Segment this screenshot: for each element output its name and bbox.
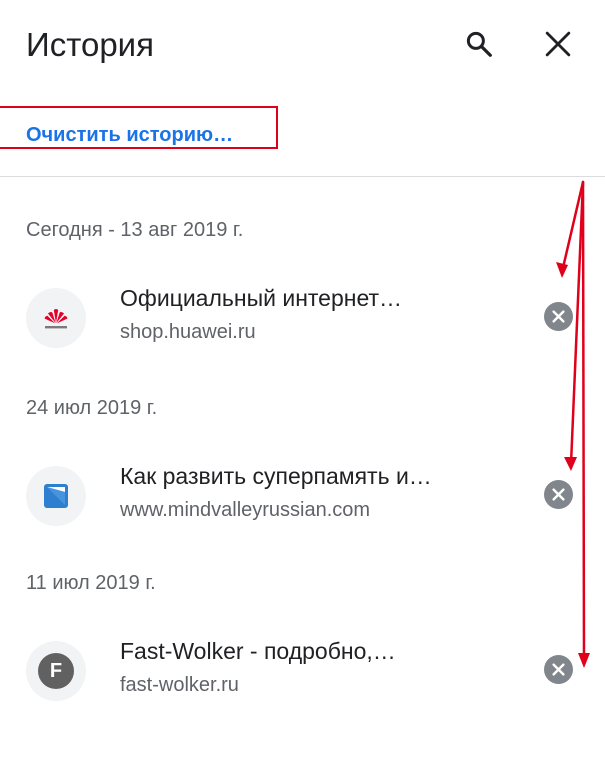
entry-title: Как развить суперпамять и… [120, 463, 432, 489]
entry-title: Fast-Wolker - подробно,… [120, 638, 396, 664]
date-header: Сегодня - 13 авг 2019 г. [26, 219, 244, 241]
favicon: F [26, 641, 86, 701]
annotation-arrowhead [556, 262, 568, 278]
history-entry[interactable]: Официальный интернет… shop.huawei.ru [0, 280, 605, 360]
close-icon [552, 310, 565, 323]
search-icon [466, 31, 492, 57]
history-entry[interactable]: F Fast-Wolker - подробно,… fast-wolker.r… [0, 633, 605, 713]
remove-entry-button[interactable] [544, 302, 573, 331]
entry-title: Официальный интернет… [120, 285, 403, 311]
remove-entry-button[interactable] [544, 655, 573, 684]
entry-url: fast-wolker.ru [120, 674, 239, 696]
date-header: 11 июл 2019 г. [26, 572, 156, 594]
huawei-logo-icon [44, 309, 68, 329]
close-icon [545, 31, 571, 57]
favicon [26, 288, 86, 348]
entry-url: shop.huawei.ru [120, 321, 256, 343]
close-button[interactable] [538, 24, 578, 64]
close-icon [552, 488, 565, 501]
close-icon [552, 663, 565, 676]
remove-entry-button[interactable] [544, 480, 573, 509]
search-button[interactable] [459, 24, 499, 64]
history-entry[interactable]: Как развить суперпамять и… www.mindvalle… [0, 458, 605, 538]
entry-url: www.mindvalleyrussian.com [120, 499, 371, 521]
annotation-arrow-line [581, 180, 586, 663]
app-header: История [0, 0, 605, 90]
annotation-highlight-box [0, 106, 278, 149]
mindvalley-logo-icon [44, 484, 68, 508]
letter-f-icon: F [38, 653, 74, 689]
annotation-arrow-line [560, 180, 585, 274]
favicon [26, 466, 86, 526]
date-header: 24 июл 2019 г. [26, 397, 158, 419]
page-title: История [26, 26, 154, 63]
divider [0, 176, 605, 177]
